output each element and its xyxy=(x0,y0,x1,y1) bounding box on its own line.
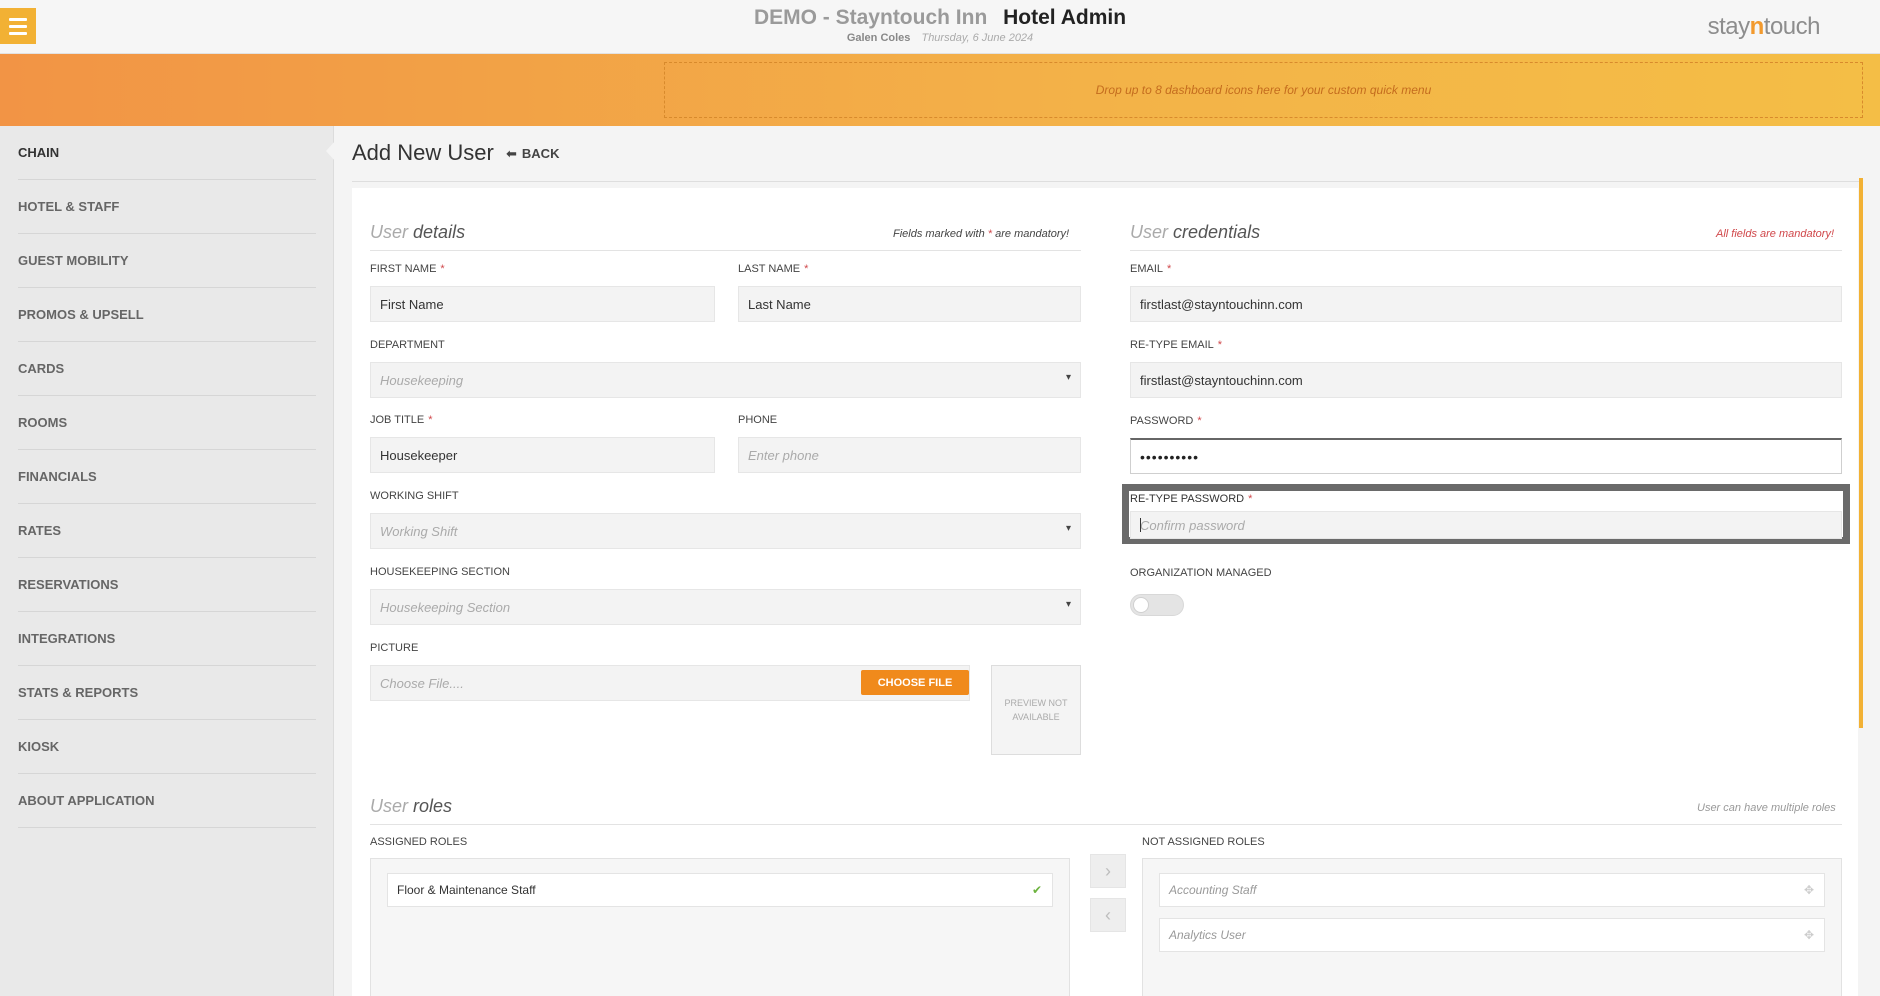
org-managed-toggle[interactable] xyxy=(1130,594,1184,616)
picture-preview: PREVIEW NOT AVAILABLE xyxy=(991,665,1081,755)
working-shift-label: WORKING SHIFT xyxy=(370,490,459,502)
picture-label: PICTURE xyxy=(370,642,419,654)
toggle-knob xyxy=(1133,597,1149,613)
user-form-card: User details Fields marked with * are ma… xyxy=(352,188,1858,996)
first-name-input[interactable]: First Name xyxy=(370,286,715,322)
business-date: Thursday, 6 June 2024 xyxy=(921,32,1034,44)
assigned-roles-list: Floor & Maintenance Staff ✔ xyxy=(370,858,1070,996)
quick-menu-dropzone[interactable]: Drop up to 8 dashboard icons here for yo… xyxy=(664,62,1863,118)
back-button[interactable]: ⬅ BACK xyxy=(506,146,559,162)
sidebar-item-rates[interactable]: RATES xyxy=(18,504,316,558)
last-name-label: LAST NAME * xyxy=(738,263,809,275)
top-header: DEMO - Stayntouch Inn Hotel Admin Galen … xyxy=(0,0,1880,54)
assigned-roles-label: ASSIGNED ROLES xyxy=(370,836,468,848)
housekeeping-section-select[interactable]: Housekeeping Section xyxy=(370,589,1081,625)
divider xyxy=(1130,250,1842,251)
back-arrow-icon: ⬅ xyxy=(506,146,517,161)
current-user-name: Galen Coles xyxy=(846,32,911,44)
org-managed-label: ORGANIZATION MANAGED xyxy=(1130,567,1272,579)
page-title: Add New User xyxy=(352,140,494,165)
working-shift-select[interactable]: Working Shift xyxy=(370,513,1081,549)
available-role-item[interactable]: Analytics User ✥ xyxy=(1159,918,1825,952)
user-roles-heading: User roles xyxy=(370,796,453,816)
scrollbar[interactable] xyxy=(1859,178,1863,728)
credentials-mandatory-note: All fields are mandatory! xyxy=(1716,228,1834,240)
drag-move-icon: ✥ xyxy=(1803,883,1814,897)
sidebar-item-chain[interactable]: CHAIN xyxy=(18,126,316,180)
first-name-label: FIRST NAME * xyxy=(370,263,445,275)
sidebar-item-guest-mobility[interactable]: GUEST MOBILITY xyxy=(18,234,316,288)
phone-input[interactable]: Enter phone xyxy=(738,437,1081,473)
roles-note: User can have multiple roles xyxy=(1697,802,1836,814)
retype-email-label: RE-TYPE EMAIL * xyxy=(1130,339,1223,351)
checkmark-icon: ✔ xyxy=(1031,883,1042,897)
drag-move-icon: ✥ xyxy=(1803,928,1814,942)
phone-label: PHONE xyxy=(738,414,778,426)
move-right-button[interactable]: › xyxy=(1090,854,1126,888)
property-name: DEMO - Stayntouch Inn xyxy=(753,6,988,29)
main-content: Add New User ⬅ BACK User details Fields m… xyxy=(334,126,1880,996)
mandatory-note: Fields marked with * are mandatory! xyxy=(893,228,1070,240)
department-label: DEPARTMENT xyxy=(370,339,445,351)
header-title-block: DEMO - Stayntouch Inn Hotel Admin Galen … xyxy=(0,6,1880,44)
text-caret xyxy=(1140,518,1141,532)
password-label: PASSWORD * xyxy=(1130,415,1202,427)
user-details-heading: User details xyxy=(370,222,466,242)
sidebar-item-rooms[interactable]: ROOMS xyxy=(18,396,316,450)
job-title-input[interactable]: Housekeeper xyxy=(370,437,715,473)
email-label: EMAIL * xyxy=(1130,263,1172,275)
password-input[interactable]: •••••••••• xyxy=(1130,438,1842,474)
retype-password-input[interactable]: Confirm password xyxy=(1130,511,1842,539)
sidebar-item-kiosk[interactable]: KIOSK xyxy=(18,720,316,774)
sidebar-item-reservations[interactable]: RESERVATIONS xyxy=(18,558,316,612)
sidebar: CHAIN HOTEL & STAFF GUEST MOBILITY PROMO… xyxy=(0,126,334,996)
divider xyxy=(352,181,1862,182)
stayntouch-logo: stayntouch xyxy=(1707,13,1821,40)
sidebar-item-about-application[interactable]: ABOUT APPLICATION xyxy=(18,774,316,828)
divider xyxy=(370,250,1081,251)
dashboard-band: Drop up to 8 dashboard icons here for yo… xyxy=(0,54,1880,126)
job-title-label: JOB TITLE * xyxy=(370,414,433,426)
sidebar-item-hotel-staff[interactable]: HOTEL & STAFF xyxy=(18,180,316,234)
last-name-input[interactable]: Last Name xyxy=(738,286,1081,322)
divider xyxy=(370,824,1842,825)
available-role-item[interactable]: Accounting Staff ✥ xyxy=(1159,873,1825,907)
user-credentials-heading: User credentials xyxy=(1130,222,1261,242)
retype-email-input[interactable]: firstlast@stayntouchinn.com xyxy=(1130,362,1842,398)
assigned-role-item[interactable]: Floor & Maintenance Staff ✔ xyxy=(387,873,1053,907)
choose-file-button[interactable]: CHOOSE FILE xyxy=(861,670,969,695)
not-assigned-roles-list: Accounting Staff ✥ Analytics User ✥ xyxy=(1142,858,1842,996)
sidebar-item-stats-reports[interactable]: STATS & REPORTS xyxy=(18,666,316,720)
move-left-button[interactable]: ‹ xyxy=(1090,898,1126,932)
sidebar-item-promos-upsell[interactable]: PROMOS & UPSELL xyxy=(18,288,316,342)
sidebar-item-financials[interactable]: FINANCIALS xyxy=(18,450,316,504)
not-assigned-roles-label: NOT ASSIGNED ROLES xyxy=(1142,836,1265,848)
department-select[interactable]: Housekeeping xyxy=(370,362,1081,398)
chevron-left-icon: ‹ xyxy=(1105,904,1111,925)
retype-password-focus-highlight: RE-TYPE PASSWORD * Confirm password xyxy=(1122,484,1850,544)
chevron-right-icon: › xyxy=(1105,860,1111,881)
sidebar-item-cards[interactable]: CARDS xyxy=(18,342,316,396)
retype-password-label: RE-TYPE PASSWORD * xyxy=(1130,493,1253,505)
housekeeping-section-label: HOUSEKEEPING SECTION xyxy=(370,566,510,578)
email-input[interactable]: firstlast@stayntouchinn.com xyxy=(1130,286,1842,322)
sidebar-item-integrations[interactable]: INTEGRATIONS xyxy=(18,612,316,666)
app-title: Hotel Admin xyxy=(1003,6,1127,29)
